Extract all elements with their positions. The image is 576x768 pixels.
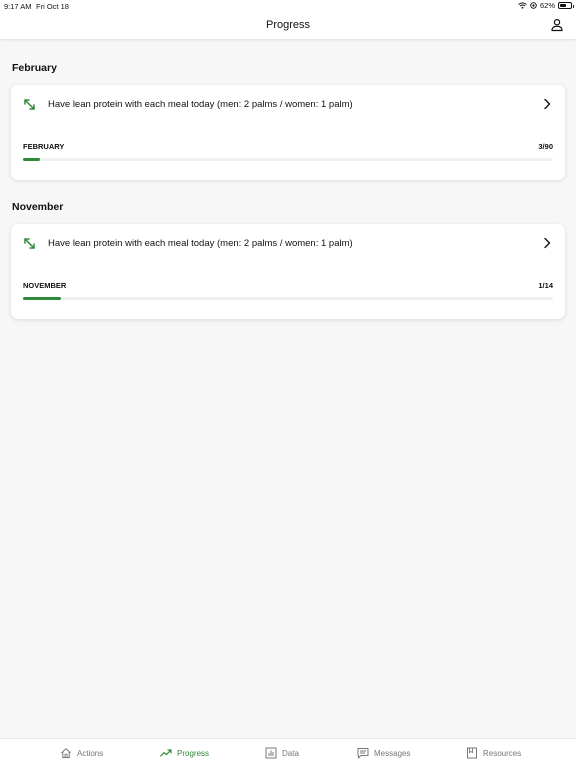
status-right: 62% [518, 1, 574, 10]
book-icon [467, 747, 477, 759]
battery-icon [558, 2, 574, 9]
tab-messages[interactable]: Messages [357, 747, 410, 759]
navigation-header: Progress [0, 12, 576, 40]
tab-progress[interactable]: Progress [160, 747, 209, 759]
progress-count: 1/14 [538, 281, 553, 290]
period-label: FEBRUARY [23, 142, 65, 151]
tab-data[interactable]: Data [265, 747, 299, 759]
expand-arrows-icon [24, 238, 35, 249]
chevron-right-icon [544, 237, 551, 249]
goal-text: Have lean protein with each meal today (… [48, 238, 353, 249]
tab-bar: Actions Progress Data Messages Resources [0, 738, 576, 768]
tab-actions[interactable]: Actions [60, 747, 103, 759]
bar-chart-icon [265, 747, 277, 759]
progress-count: 3/90 [538, 142, 553, 151]
status-date: Fri Oct 18 [36, 2, 69, 11]
tab-label: Progress [177, 748, 210, 758]
location-lock-icon [530, 2, 537, 9]
expand-arrows-icon [24, 99, 35, 110]
status-bar: 9:17 AM Fri Oct 18 62% [0, 0, 576, 12]
section-title-february: February [12, 62, 57, 74]
progress-bar-fill [23, 158, 41, 161]
tab-resources[interactable]: Resources [466, 747, 521, 759]
tab-label: Messages [374, 748, 411, 758]
progress-bar [23, 158, 553, 161]
home-icon [61, 748, 71, 758]
goal-text: Have lean protein with each meal today (… [48, 99, 353, 110]
goal-card-november[interactable]: Have lean protein with each meal today (… [11, 224, 565, 319]
section-title-november: November [12, 201, 64, 213]
battery-percent: 62% [539, 1, 555, 10]
progress-bar-fill [23, 297, 61, 300]
progress-bar [23, 297, 553, 300]
period-label: NOVEMBER [23, 281, 67, 290]
goal-card-february[interactable]: Have lean protein with each meal today (… [11, 85, 565, 180]
person-icon[interactable] [550, 18, 564, 32]
message-icon [357, 748, 369, 759]
chevron-right-icon [544, 98, 551, 110]
page-title: Progress [265, 19, 311, 31]
tab-label: Data [282, 748, 299, 758]
app-root: 9:17 AM Fri Oct 18 62% Progress February… [0, 0, 576, 768]
tab-label: Resources [483, 748, 522, 758]
trending-up-icon [160, 749, 172, 757]
battery-level [560, 4, 567, 7]
progress-content: February Have lean protein with each mea… [0, 40, 576, 738]
wifi-icon [518, 2, 527, 9]
status-time: 9:17 AM [4, 2, 32, 11]
tab-label: Actions [77, 748, 104, 758]
